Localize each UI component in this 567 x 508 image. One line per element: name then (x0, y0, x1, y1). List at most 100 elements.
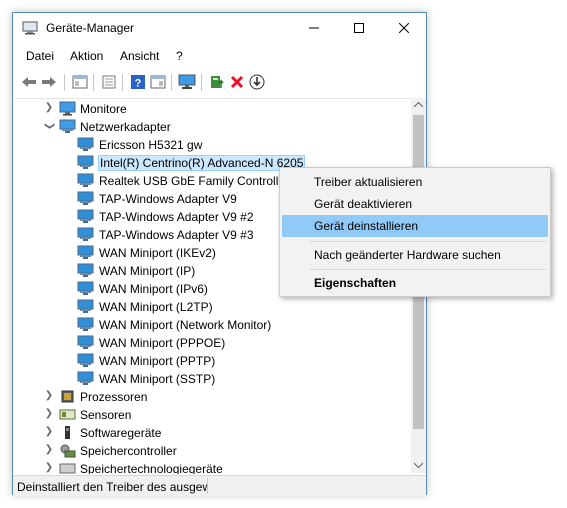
toolbar-divider (93, 74, 94, 91)
console-button[interactable] (100, 73, 118, 91)
chevron-right-icon[interactable]: ❯ (43, 102, 55, 114)
toolbar: ? (13, 71, 426, 95)
menu-datei[interactable]: Datei (26, 49, 54, 63)
network-device-item[interactable]: Ericsson H5321 gw (15, 136, 411, 154)
update-driver-button[interactable] (208, 73, 226, 91)
tree-node-speichercontroller[interactable]: ❯ Speichercontroller (15, 442, 411, 460)
tree-label: WAN Miniport (SSTP) (99, 372, 216, 386)
properties-icon (72, 75, 88, 89)
tree-label: Realtek USB GbE Family Controller (99, 174, 290, 188)
window-title: Geräte-Manager (46, 21, 135, 35)
view-button[interactable] (149, 73, 167, 91)
network-adapter-icon (77, 299, 94, 313)
chevron-right-icon[interactable]: ❯ (43, 408, 55, 420)
tree-label: Monitore (80, 102, 127, 116)
close-button[interactable] (381, 13, 426, 43)
device-manager-icon (22, 21, 38, 35)
chevron-right-icon[interactable]: ❯ (43, 462, 55, 474)
toolbar-divider (201, 74, 202, 91)
scroll-up-icon[interactable] (414, 102, 423, 108)
network-adapter-icon (77, 353, 94, 367)
menu-item-properties[interactable]: Eigenschaften (282, 272, 548, 294)
sensor-icon (59, 409, 76, 420)
network-adapter-icon (77, 137, 94, 151)
scroll-down-icon[interactable] (414, 462, 423, 468)
tree-node-sensoren[interactable]: ❯ Sensoren (15, 406, 411, 424)
network-device-item[interactable]: WAN Miniport (PPPOE) (15, 334, 411, 352)
tree-node-softwaregeraete[interactable]: ❯ Softwaregeräte (15, 424, 411, 442)
chevron-right-icon[interactable]: ❯ (43, 426, 55, 438)
monitor-icon (178, 74, 196, 89)
tree-label: Prozessoren (80, 390, 148, 404)
menu-aktion[interactable]: Aktion (70, 49, 103, 63)
maximize-button[interactable] (336, 13, 381, 43)
tree-label: TAP-Windows Adapter V9 (99, 192, 237, 206)
monitor-button[interactable] (178, 73, 196, 91)
menu-item-disable-device[interactable]: Gerät deaktivieren (282, 193, 548, 215)
view-icon (150, 75, 166, 89)
network-device-item[interactable]: WAN Miniport (Network Monitor) (15, 316, 411, 334)
storage-controller-icon (60, 444, 76, 458)
title-bar[interactable]: Geräte-Manager (13, 13, 426, 43)
forward-button[interactable] (40, 73, 58, 91)
tree-label: WAN Miniport (L2TP) (99, 300, 213, 314)
network-adapter-icon (77, 281, 94, 295)
monitor-category-icon (59, 101, 76, 116)
minimize-button[interactable] (291, 13, 336, 43)
help-button[interactable]: ? (129, 73, 147, 91)
menu-item-label: Gerät deinstallieren (314, 219, 419, 233)
network-adapter-icon (77, 209, 94, 223)
toolbar-divider (64, 74, 65, 91)
menu-item-scan-hardware[interactable]: Nach geänderter Hardware suchen (282, 244, 548, 266)
tree-label: WAN Miniport (Network Monitor) (99, 318, 272, 332)
back-arrow-icon (22, 77, 36, 87)
tree-node-speichertechnologiegeraete[interactable]: ❯ Speichertechnologiegeräte (15, 460, 411, 474)
storage-technology-icon (59, 463, 76, 474)
chevron-right-icon[interactable]: ❯ (43, 390, 55, 402)
menu-divider (310, 241, 546, 242)
network-adapter-icon (77, 317, 94, 331)
network-device-item[interactable]: WAN Miniport (SSTP) (15, 370, 411, 388)
network-adapter-icon (77, 371, 94, 385)
update-driver-icon (211, 76, 224, 88)
svg-text:?: ? (135, 78, 142, 90)
menu-item-uninstall-device[interactable]: Gerät deinstallieren (282, 215, 548, 237)
chevron-right-icon[interactable]: ❯ (43, 444, 55, 456)
menu-help[interactable]: ? (176, 49, 183, 63)
menu-item-label: Nach geänderter Hardware suchen (314, 248, 501, 262)
network-adapter-icon (77, 335, 94, 349)
status-divider (207, 478, 208, 494)
tree-label: Speichertechnologiegeräte (80, 462, 223, 474)
uninstall-icon (230, 75, 244, 89)
menu-bar: Datei Aktion Ansicht ? (13, 46, 426, 66)
network-adapter-icon (77, 155, 94, 169)
status-text: Deinstalliert den Treiber des ausgewählt… (17, 480, 207, 494)
properties-button[interactable] (71, 73, 89, 91)
tree-label: Intel(R) Centrino(R) Advanced-N 6205 (97, 155, 306, 171)
tree-label: Softwaregeräte (80, 426, 162, 440)
tree-label: Netzwerkadapter (80, 120, 171, 134)
tree-label: WAN Miniport (PPTP) (99, 354, 216, 368)
download-icon (249, 74, 265, 90)
software-device-icon (65, 426, 70, 439)
network-device-item[interactable]: WAN Miniport (PPTP) (15, 352, 411, 370)
network-adapter-category-icon (59, 119, 76, 133)
tree-label: WAN Miniport (IPv6) (99, 282, 208, 296)
chevron-down-icon[interactable]: ❯ (43, 120, 55, 132)
menu-ansicht[interactable]: Ansicht (120, 49, 159, 63)
tree-node-monitore[interactable]: ❯ Monitore (15, 100, 411, 118)
toolbar-divider (171, 74, 172, 91)
help-icon: ? (131, 75, 145, 90)
tree-label: WAN Miniport (IP) (99, 264, 196, 278)
tree-node-netzwerkadapter[interactable]: ❯ Netzwerkadapter (15, 118, 411, 136)
download-button[interactable] (248, 73, 266, 91)
tree-label: TAP-Windows Adapter V9 #3 (99, 228, 254, 242)
tree-label: WAN Miniport (PPPOE) (99, 336, 226, 350)
status-bar: Deinstalliert den Treiber des ausgewählt… (13, 475, 426, 496)
back-button[interactable] (20, 73, 38, 91)
tree-node-prozessoren[interactable]: ❯ Prozessoren (15, 388, 411, 406)
processor-icon (61, 390, 74, 403)
menu-item-update-driver[interactable]: Treiber aktualisieren (282, 171, 548, 193)
uninstall-device-button[interactable] (228, 73, 246, 91)
network-device-item[interactable]: WAN Miniport (L2TP) (15, 298, 411, 316)
